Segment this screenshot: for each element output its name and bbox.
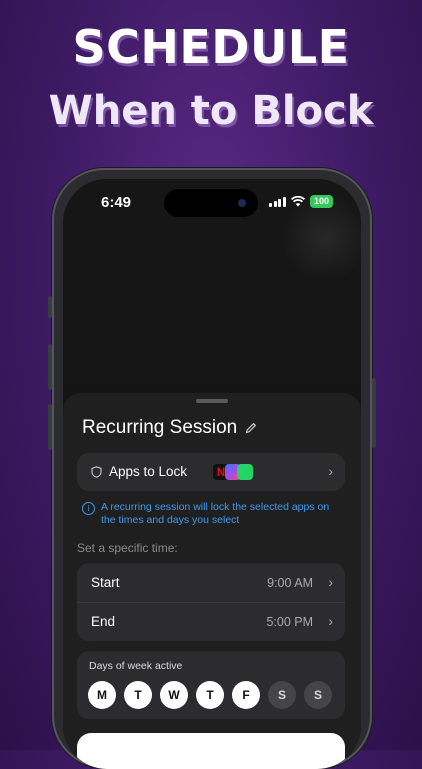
whatsapp-icon <box>237 464 253 480</box>
day-toggle-sunday[interactable]: S <box>304 681 332 709</box>
dynamic-island <box>164 189 258 217</box>
sheet-title-text: Recurring Session <box>82 417 238 438</box>
side-button-power <box>372 378 376 448</box>
days-of-week-card: Days of week active M T W T F S S <box>77 651 345 719</box>
day-toggle-tuesday[interactable]: T <box>124 681 152 709</box>
side-button-silent <box>48 296 52 318</box>
start-label: Start <box>91 575 120 590</box>
info-icon: i <box>82 502 95 515</box>
cellular-signal-icon <box>269 196 286 207</box>
info-text: A recurring session will lock the select… <box>101 501 330 526</box>
headline-when-to-block: When to Block <box>48 88 374 134</box>
status-icons: 100 <box>269 195 333 208</box>
side-button-volume-up <box>48 344 52 390</box>
info-message: i A recurring session will lock the sele… <box>82 501 342 527</box>
day-selector: M T W T F S S <box>88 681 332 709</box>
camera-dot <box>238 199 246 207</box>
end-label: End <box>91 614 116 629</box>
side-button-volume-down <box>48 404 52 450</box>
shield-icon <box>91 466 102 478</box>
end-value: 5:00 PM <box>266 615 313 629</box>
app-icon-group: N <box>213 464 253 480</box>
day-toggle-wednesday[interactable]: W <box>160 681 188 709</box>
apps-to-lock-row[interactable]: Apps to Lock N › <box>77 453 345 491</box>
time-card: Start 9:00 AM › End 5:00 PM › <box>77 563 345 641</box>
day-toggle-thursday[interactable]: T <box>196 681 224 709</box>
pencil-icon[interactable] <box>245 422 257 434</box>
sheet-title: Recurring Session <box>82 417 257 439</box>
start-time-row[interactable]: Start 9:00 AM › <box>77 563 345 603</box>
chevron-right-icon: › <box>328 574 333 590</box>
phone-screen: 6:49 100 Recurring Session Apps to Lock <box>63 179 361 769</box>
chevron-right-icon: › <box>328 613 333 629</box>
status-time: 6:49 <box>101 194 132 211</box>
wifi-icon <box>290 196 305 207</box>
day-toggle-monday[interactable]: M <box>88 681 116 709</box>
sheet-grabber[interactable] <box>196 399 228 403</box>
headline-schedule: SCHEDULE <box>72 20 350 74</box>
chevron-right-icon: › <box>328 463 333 479</box>
day-toggle-saturday[interactable]: S <box>268 681 296 709</box>
primary-action-button[interactable] <box>77 733 345 769</box>
end-time-row[interactable]: End 5:00 PM › <box>77 602 345 641</box>
apps-to-lock-label: Apps to Lock <box>109 464 188 479</box>
time-section-label: Set a specific time: <box>77 541 178 555</box>
recurring-session-sheet: Recurring Session Apps to Lock N › i A r… <box>63 393 361 769</box>
start-value: 9:00 AM <box>267 576 313 590</box>
day-toggle-friday[interactable]: F <box>232 681 260 709</box>
days-label: Days of week active <box>89 660 183 672</box>
battery-indicator: 100 <box>309 195 333 208</box>
